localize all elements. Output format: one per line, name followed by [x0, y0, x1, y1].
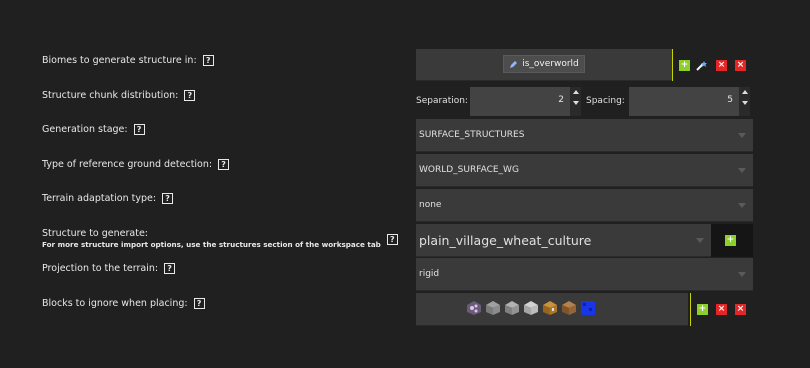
help-icon[interactable]: ? [133, 124, 145, 135]
pencil-icon [510, 60, 518, 68]
spacing-stepper[interactable] [739, 87, 750, 116]
chevron-down-icon [738, 133, 746, 138]
crafting-table-block-icon[interactable] [561, 300, 577, 316]
generation-stage-select[interactable]: SURFACE_STRUCTURES [416, 119, 753, 152]
terrain-adaptation-select[interactable]: none [416, 189, 753, 222]
blue-block-icon[interactable] [580, 300, 596, 316]
divider [672, 49, 673, 81]
structure-hint: For more structure import options, use t… [42, 240, 381, 249]
structure-add-area: + [711, 224, 753, 257]
add-block-button[interactable]: + [697, 304, 708, 315]
wand-icon[interactable] [696, 60, 707, 71]
biome-chip[interactable]: is_overworld [503, 55, 585, 73]
help-icon[interactable]: ? [386, 234, 398, 245]
chevron-up-icon[interactable] [741, 90, 748, 94]
label-stage: Generation stage: ? [42, 124, 145, 135]
chevron-down-icon[interactable] [572, 101, 579, 105]
label-ignore-blocks: Blocks to ignore when placing: ? [42, 298, 205, 309]
stone-block-icon[interactable] [504, 300, 520, 316]
label-ground: Type of reference ground detection: ? [42, 159, 230, 170]
separation-stepper[interactable] [570, 87, 581, 116]
label-structure: Structure to generate: For more structur… [42, 228, 398, 249]
help-icon[interactable]: ? [202, 55, 214, 66]
help-icon[interactable]: ? [164, 263, 176, 274]
add-structure-button[interactable]: + [725, 235, 736, 246]
ignore-blocks-list[interactable] [416, 293, 688, 326]
chevron-down-icon [696, 238, 704, 243]
divider [690, 293, 691, 326]
chevron-up-icon[interactable] [572, 90, 579, 94]
remove-button[interactable]: × [716, 60, 727, 71]
remove-block-button[interactable]: × [716, 304, 727, 315]
add-button[interactable]: + [679, 60, 690, 71]
label-projection: Projection to the terrain: ? [42, 263, 176, 274]
label-adaptation: Terrain adaptation type: ? [42, 193, 174, 204]
help-icon[interactable]: ? [193, 298, 205, 309]
spacing-label: Spacing: [586, 96, 625, 106]
label-distribution: Structure chunk distribution: ? [42, 90, 196, 101]
spacing-input[interactable]: 5 [629, 87, 739, 116]
chest-block-icon[interactable] [542, 300, 558, 316]
structure-select[interactable]: plain_village_wheat_culture [416, 224, 711, 257]
chevron-down-icon [738, 203, 746, 208]
separation-input[interactable]: 2 [470, 87, 570, 116]
clear-blocks-button[interactable]: × [735, 304, 746, 315]
help-icon[interactable]: ? [162, 193, 174, 204]
help-icon[interactable]: ? [218, 159, 230, 170]
separation-label: Separation: [416, 96, 468, 106]
projection-select[interactable]: rigid [416, 258, 753, 291]
diorite-block-icon[interactable] [523, 300, 539, 316]
structure-void-block-icon[interactable] [466, 300, 482, 316]
chevron-down-icon [738, 168, 746, 173]
stone-block-icon[interactable] [485, 300, 501, 316]
biomes-list[interactable]: is_overworld [416, 49, 672, 81]
help-icon[interactable]: ? [184, 90, 196, 101]
clear-all-button[interactable]: × [735, 60, 746, 71]
label-biomes: Biomes to generate structure in: ? [42, 55, 214, 66]
ground-detection-select[interactable]: WORLD_SURFACE_WG [416, 154, 753, 187]
chevron-down-icon [738, 272, 746, 277]
chevron-down-icon[interactable] [741, 101, 748, 105]
